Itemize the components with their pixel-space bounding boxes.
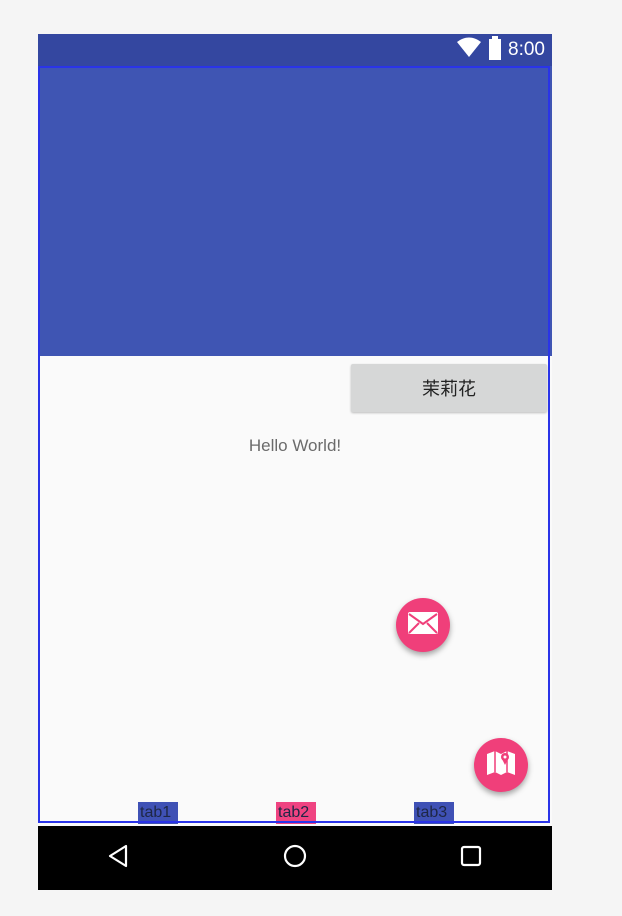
home-icon: [282, 843, 308, 873]
battery-icon: [488, 36, 502, 64]
status-bar: 8:00: [38, 34, 552, 66]
home-button[interactable]: [275, 838, 315, 878]
navigation-bar: [38, 826, 552, 890]
recent-apps-icon: [459, 844, 483, 872]
jasmine-button[interactable]: 茉莉花: [351, 364, 547, 412]
tab-3[interactable]: tab3: [414, 802, 454, 824]
back-icon: [106, 843, 130, 873]
status-time: 8:00: [508, 39, 545, 60]
mail-icon: [407, 611, 439, 639]
tab-2[interactable]: tab2: [276, 802, 316, 824]
status-icons: 8:00: [456, 34, 545, 66]
header-area: [38, 66, 552, 356]
recent-apps-button[interactable]: [451, 838, 491, 878]
map-fab[interactable]: [474, 738, 528, 792]
wifi-icon: [456, 37, 482, 63]
back-button[interactable]: [98, 838, 138, 878]
phone-screen: 8:00 茉莉花 Hello World! tab1 tab2 tab3: [38, 34, 552, 890]
map-icon: [485, 748, 517, 782]
mail-fab[interactable]: [396, 598, 450, 652]
hello-text: Hello World!: [248, 436, 342, 455]
tab-1[interactable]: tab1: [138, 802, 178, 824]
